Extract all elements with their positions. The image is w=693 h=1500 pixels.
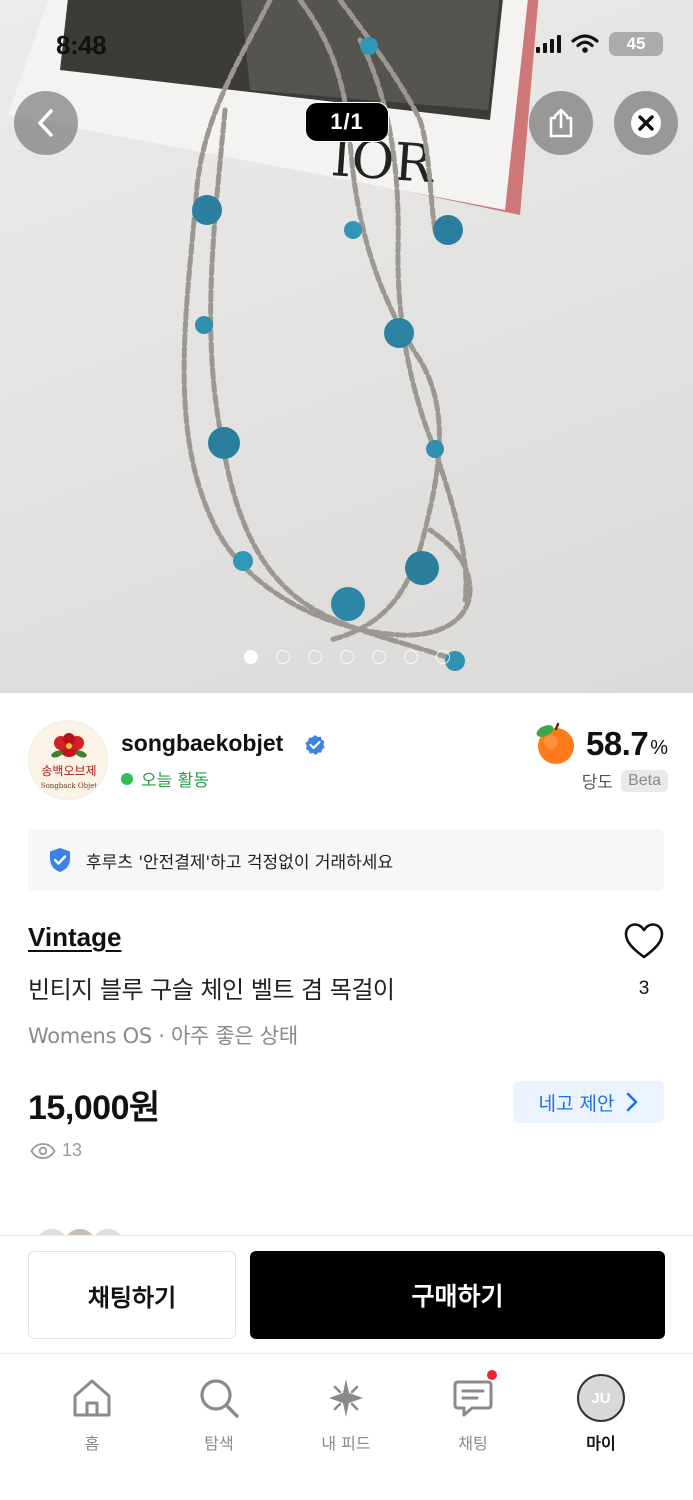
chat-icon — [453, 1380, 493, 1417]
share-button[interactable] — [529, 91, 593, 155]
pagination-dot[interactable] — [372, 650, 386, 664]
score-label: 당도 — [581, 773, 614, 793]
pagination-dot[interactable] — [340, 650, 354, 664]
like-count: 3 — [638, 978, 650, 999]
view-count: 13 — [30, 1140, 82, 1161]
tab-chat[interactable]: 채팅 — [418, 1370, 528, 1454]
close-icon — [631, 108, 661, 138]
tab-my[interactable]: JU 마이 — [546, 1374, 656, 1454]
home-icon — [73, 1379, 111, 1417]
seller-row[interactable]: 송백오브제 Songback Objet songbaekobjet 오늘 활동… — [28, 720, 668, 804]
signal-icon — [536, 35, 561, 53]
score-unit: % — [650, 736, 668, 759]
status-icons: 45 — [536, 32, 663, 56]
status-bar: 8:48 45 — [0, 0, 693, 80]
image-pagination — [244, 650, 450, 664]
tab-home[interactable]: 홈 — [37, 1374, 147, 1454]
safe-payment-banner[interactable]: 후루츠 '안전결제'하고 걱정없이 거래하세요 — [28, 829, 664, 891]
seller-activity: 오늘 활동 — [121, 766, 209, 791]
beta-badge: Beta — [621, 769, 668, 792]
product-title: 빈티지 블루 구슬 체인 벨트 겸 목걸이 — [28, 976, 395, 1004]
buy-button[interactable]: 구매하기 — [250, 1251, 665, 1339]
product-meta: Womens OS · 아주 좋은 상태 — [28, 1024, 298, 1048]
status-time: 8:48 — [56, 30, 107, 60]
online-dot — [121, 772, 133, 785]
close-button[interactable] — [614, 91, 678, 155]
chevron-left-icon — [38, 109, 53, 137]
avatar: JU — [577, 1374, 625, 1422]
tab-label: 홈 — [84, 1434, 100, 1453]
pagination-dot[interactable] — [436, 650, 450, 664]
score-label-row: 당도 Beta — [582, 768, 668, 793]
pagination-dot[interactable] — [244, 650, 258, 664]
peach-icon — [536, 722, 574, 764]
sweetness-score[interactable]: 58.7 % — [532, 722, 668, 766]
wifi-icon — [571, 34, 599, 53]
back-button[interactable] — [14, 91, 78, 155]
share-icon — [549, 108, 573, 138]
chevron-right-icon — [627, 1092, 638, 1112]
svg-text:송백오브제: 송백오브제 — [41, 764, 96, 778]
tab-label: 채팅 — [458, 1434, 488, 1453]
make-offer-button[interactable]: 네고 제안 — [513, 1081, 664, 1123]
search-icon — [200, 1379, 239, 1418]
sparkle-icon — [329, 1379, 363, 1417]
verified-badge-icon — [305, 735, 325, 755]
pagination-dot[interactable] — [276, 650, 290, 664]
heart-icon — [624, 923, 664, 959]
product-price: 15,000원 — [28, 1089, 160, 1127]
safe-payment-text: 후루츠 '안전결제'하고 걱정없이 거래하세요 — [86, 852, 394, 873]
tab-my-feed[interactable]: 내 피드 — [291, 1374, 401, 1454]
eye-icon — [30, 1142, 56, 1159]
tab-label: 탐색 — [204, 1434, 234, 1453]
like-button[interactable]: 3 — [620, 922, 668, 1000]
purchase-action-bar: 채팅하기 구매하기 — [0, 1235, 693, 1353]
image-counter: 1/1 — [305, 102, 389, 142]
pagination-dot[interactable] — [308, 650, 322, 664]
notification-badge — [487, 1370, 497, 1380]
shop-logo[interactable]: 송백오브제 Songback Objet — [28, 720, 108, 800]
view-count-value: 13 — [62, 1140, 83, 1160]
tab-search[interactable]: 탐색 — [164, 1374, 274, 1454]
make-offer-label: 네고 제안 — [538, 1092, 615, 1115]
score-value: 58.7 — [585, 725, 649, 762]
tab-label: 내 피드 — [321, 1434, 371, 1453]
battery-indicator: 45 — [609, 32, 663, 56]
pagination-dot[interactable] — [404, 650, 418, 664]
shield-check-icon — [50, 848, 70, 872]
chat-button[interactable]: 채팅하기 — [28, 1251, 236, 1339]
camellia-logo: 송백오브제 Songback Objet — [41, 733, 98, 790]
tab-label: 마이 — [586, 1434, 616, 1453]
bottom-tab-bar: 홈 탐색 내 피드 채팅 JU 마이 — [0, 1353, 693, 1500]
brand-link[interactable]: Vintage — [28, 922, 121, 953]
product-image[interactable]: IOR 8:48 45 1/1 — [0, 0, 693, 693]
svg-text:Songback Objet: Songback Objet — [41, 782, 98, 790]
activity-label: 오늘 활동 — [141, 771, 209, 791]
seller-name[interactable]: songbaekobjet — [121, 730, 283, 757]
